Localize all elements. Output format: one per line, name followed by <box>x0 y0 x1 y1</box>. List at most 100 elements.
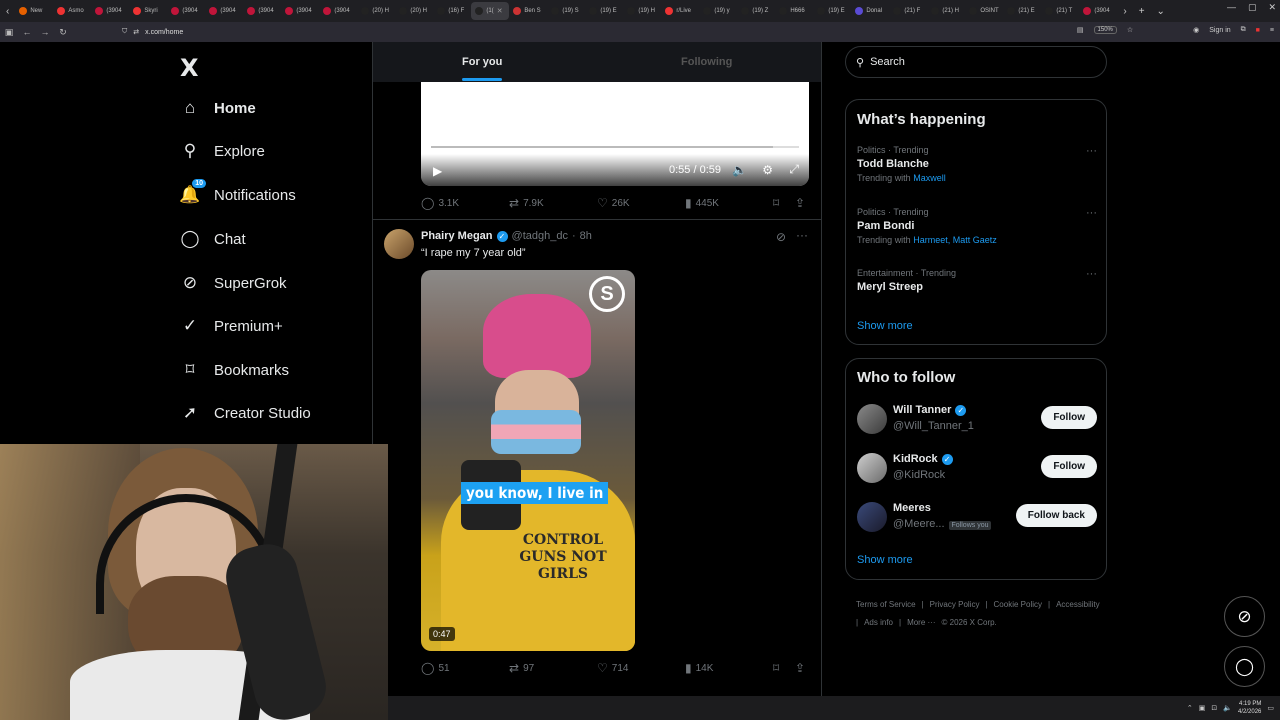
maximize-icon[interactable]: ▢ <box>1248 2 1257 13</box>
grok-fab-button[interactable]: ⊘ <box>1224 596 1265 637</box>
browser-tab[interactable]: New <box>15 2 53 20</box>
follow-suggestion[interactable]: KidRock ✓ @KidRock Follow <box>857 452 1097 488</box>
more-options-icon[interactable]: ··· <box>1086 268 1097 280</box>
extension-red-icon[interactable]: ■ <box>1256 27 1260 34</box>
volume-icon[interactable]: 🔈 <box>1223 704 1232 712</box>
fullscreen-icon[interactable]: ⤢ <box>789 162 799 177</box>
settings-gear-icon[interactable]: ⚙ <box>762 163 773 177</box>
browser-tab[interactable]: (1(✕ <box>471 2 510 20</box>
browser-tab[interactable]: (21) T <box>1041 2 1079 20</box>
browser-tab[interactable]: (3904 <box>167 2 205 20</box>
footer-link[interactable]: Privacy Policy <box>930 600 980 609</box>
views-button[interactable]: ▮ 14K <box>685 661 713 675</box>
forward-icon[interactable]: → <box>36 27 54 37</box>
back-icon[interactable]: ← <box>18 27 36 37</box>
sidebar-item-notifications[interactable]: 🔔 10 Notifications <box>179 179 296 205</box>
trend-related-link[interactable]: Maxwell <box>913 173 946 183</box>
tray-app-icon[interactable]: ▣ <box>1199 704 1206 712</box>
trend-item[interactable]: Politics · Trending Todd Blanche Trending … <box>857 145 1097 183</box>
trend-item[interactable]: Entertainment · Trending Meryl Streep ··· <box>857 268 1097 293</box>
site-info-icon[interactable]: ⇄ <box>133 28 139 36</box>
clock[interactable]: 4:19 PM 4/2/2026 <box>1238 700 1261 716</box>
more-options-icon[interactable]: ··· <box>1086 145 1097 157</box>
repost-button[interactable]: ⇄ 7.9K <box>509 196 544 210</box>
trend-related-link[interactable]: Harmeet, Matt Gaetz <box>913 235 997 245</box>
more-options-icon[interactable]: ··· <box>796 228 808 242</box>
shield-icon[interactable]: ⛉ <box>122 28 127 36</box>
browser-tab[interactable]: (3904 <box>243 2 281 20</box>
follow-suggestion[interactable]: Meeres @Meere... Follows you Follow back <box>857 501 1097 537</box>
bookmark-button[interactable]: ⌑ <box>773 661 779 675</box>
extensions-icon[interactable]: ⧉ <box>1241 26 1246 34</box>
browser-tab[interactable]: Ben S <box>509 2 547 20</box>
footer-link[interactable]: More ··· <box>907 618 935 627</box>
author-handle[interactable]: @tadgh_dc <box>512 230 568 242</box>
tab-for-you[interactable]: For you <box>462 56 502 68</box>
show-more-link[interactable]: Show more <box>857 320 913 332</box>
network-icon[interactable]: ⊡ <box>1211 704 1217 712</box>
sidebar-item-bookmarks[interactable]: ⌑ Bookmarks <box>180 360 289 380</box>
account-name[interactable]: KidRock ✓ <box>893 453 953 465</box>
browser-tab[interactable]: (3904 <box>205 2 243 20</box>
notification-icon[interactable]: ▭ <box>1267 704 1274 712</box>
x-logo[interactable]: X <box>180 54 199 82</box>
tab-scroll-right-icon[interactable]: › <box>1117 6 1132 17</box>
account-name[interactable]: Meeres <box>893 502 931 514</box>
footer-link[interactable]: Terms of Service <box>856 600 916 609</box>
new-tab-button[interactable]: + <box>1133 6 1151 17</box>
sidebar-item-creator-studio[interactable]: ➚ Creator Studio <box>180 403 311 423</box>
avatar[interactable] <box>857 502 887 532</box>
reply-button[interactable]: ◯ 51 <box>421 661 450 675</box>
close-window-icon[interactable]: ✕ <box>1268 2 1276 13</box>
bookmark-star-icon[interactable]: ☆ <box>1127 26 1133 34</box>
trend-item[interactable]: Politics · Trending Pam Bondi Trending wit… <box>857 207 1097 245</box>
zoom-level[interactable]: 150% <box>1093 26 1117 34</box>
volume-icon[interactable]: 🔈 <box>732 163 747 177</box>
browser-tab[interactable]: Asmo <box>53 2 91 20</box>
browser-tab[interactable]: Skyri <box>129 2 167 20</box>
video-progress-bar[interactable] <box>431 146 799 148</box>
show-more-link[interactable]: Show more <box>857 554 913 566</box>
browser-tab[interactable]: H666 <box>775 2 813 20</box>
author-name[interactable]: Phairy Megan <box>421 230 493 242</box>
browser-tab[interactable]: (21) E <box>1003 2 1041 20</box>
sidebar-item-premium[interactable]: ✓ Premium+ <box>180 316 283 336</box>
browser-tab[interactable]: (19) y <box>699 2 737 20</box>
bookmark-button[interactable]: ⌑ <box>773 196 779 210</box>
address-bar[interactable]: x.com/home <box>145 29 183 36</box>
reply-button[interactable]: ◯ 3.1K <box>421 196 459 210</box>
play-icon[interactable]: ▶ <box>433 164 442 178</box>
like-button[interactable]: ♡ 26K <box>597 196 630 210</box>
tab-following[interactable]: Following <box>681 56 732 68</box>
sidebar-item-explore[interactable]: ⚲ Explore <box>180 141 265 161</box>
tweet-time[interactable]: 8h <box>580 230 592 242</box>
browser-tab[interactable]: (20) H <box>395 2 433 20</box>
sidebar-item-supergrok[interactable]: ⊘ SuperGrok <box>180 273 287 293</box>
tab-scroll-left-icon[interactable]: ‹ <box>0 6 15 17</box>
account-name[interactable]: Will Tanner ✓ <box>893 404 967 416</box>
reader-view-icon[interactable]: ▤ <box>1077 26 1084 34</box>
browser-tab[interactable]: Donal <box>851 2 889 20</box>
account-icon[interactable]: ◉ <box>1193 26 1199 34</box>
browser-tab[interactable]: (20) H <box>357 2 395 20</box>
browser-tab[interactable]: (3904 <box>319 2 357 20</box>
sidebar-toggle-icon[interactable]: ▣ <box>0 27 18 38</box>
reload-icon[interactable]: ↻ <box>54 27 72 38</box>
tab-list-dropdown-icon[interactable]: ⌄ <box>1151 6 1171 17</box>
search-input[interactable]: ⚲ Search <box>845 46 1107 78</box>
follow-suggestion[interactable]: Will Tanner ✓ @Will_Tanner_1 Follow <box>857 403 1097 439</box>
browser-tab[interactable]: (16) F <box>433 2 471 20</box>
more-options-icon[interactable]: ··· <box>1086 207 1097 219</box>
close-tab-icon[interactable]: ✕ <box>497 7 503 15</box>
footer-link[interactable]: Ads info <box>864 618 893 627</box>
browser-tab[interactable]: (19) H <box>623 2 661 20</box>
repost-button[interactable]: ⇄ 97 <box>509 661 534 675</box>
messages-fab-button[interactable]: ◯ <box>1224 646 1265 687</box>
browser-tab[interactable]: (21) F <box>889 2 927 20</box>
browser-tab[interactable]: r/Live <box>661 2 699 20</box>
browser-tab[interactable]: (19) Z <box>737 2 775 20</box>
like-button[interactable]: ♡ 714 <box>597 661 628 675</box>
avatar[interactable] <box>384 229 414 259</box>
sidebar-item-home[interactable]: ⌂ Home <box>180 98 256 118</box>
share-button[interactable]: ⇪ <box>795 661 805 675</box>
